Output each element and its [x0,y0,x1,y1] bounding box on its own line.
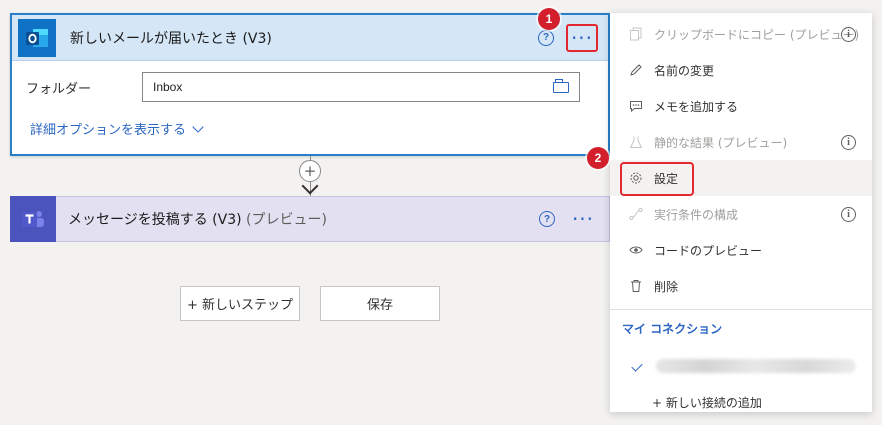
info-icon[interactable]: i [841,26,856,42]
chevron-down-icon [192,120,204,133]
trigger-card-header[interactable]: 新しいメールが届いたとき (V3) ? ··· [12,15,608,61]
flask-icon [628,134,644,150]
menu-item-label: 名前の変更 [654,63,715,78]
menu-item-add-note[interactable]: メモを追加する [610,88,872,124]
action-title: メッセージを投稿する (V3) (プレビュー) [68,209,539,229]
menu-item-label: クリップボードにコピー (プレビュー) [654,27,860,42]
trigger-title: 新しいメールが届いたとき (V3) [70,30,272,47]
action-title-main: メッセージを投稿する (V3) [68,212,242,228]
teams-icon [10,196,56,242]
trash-icon [628,278,644,294]
menu-item-static-result[interactable]: 静的な結果 (プレビュー) i [610,124,872,160]
note-icon [628,98,644,114]
menu-item-label: コードのプレビュー [654,243,763,258]
menu-item-rename[interactable]: 名前の変更 [610,52,872,88]
advanced-options-label: 詳細オプションを表示する [30,123,187,138]
folder-value: Inbox [153,80,183,94]
step-badge-2: 2 [587,147,609,169]
folder-picker-icon[interactable] [553,78,569,93]
menu-item-label: 削除 [654,279,679,294]
settings-highlight-box [620,162,694,196]
context-menu: クリップボードにコピー (プレビュー) i 名前の変更 メモを追加する 静的な結… [610,13,872,412]
action-title-suffix: (プレビュー) [246,212,327,228]
save-button[interactable]: 保存 [320,286,440,321]
trigger-card[interactable]: 新しいメールが届いたとき (V3) ? ··· フォルダー Inbox 詳細オプ… [10,13,610,156]
menu-item-label: メモを追加する [654,99,739,114]
menu-item-run-after[interactable]: 実行条件の構成 i [610,196,872,232]
action-card[interactable]: メッセージを投稿する (V3) (プレビュー) ? ··· [10,196,610,242]
folder-field[interactable]: Inbox [142,72,580,102]
copy-icon [628,26,644,42]
help-icon[interactable]: ? [539,211,555,227]
connection-account-redacted [656,359,856,373]
menu-item-label: 実行条件の構成 [654,207,739,222]
outlook-icon [18,18,56,57]
pencil-icon [628,62,644,78]
eye-icon [628,242,644,258]
new-step-button[interactable]: + 新しいステップ [180,286,300,321]
menu-item-delete[interactable]: 削除 [610,268,872,304]
run-after-icon [628,206,644,222]
more-options-button[interactable]: ··· [566,23,598,52]
menu-item-copy[interactable]: クリップボードにコピー (プレビュー) i [610,16,872,52]
connection-item[interactable] [610,348,872,384]
info-icon[interactable]: i [841,206,856,222]
menu-item-label: 静的な結果 (プレビュー) [654,135,788,150]
help-icon[interactable]: ? [538,29,554,46]
folder-label: フォルダー [26,81,92,97]
checkmark-icon [631,360,643,372]
info-icon[interactable]: i [841,134,856,150]
menu-item-peek-code[interactable]: コードのプレビュー [610,232,872,268]
step-badge-1: 1 [538,8,560,30]
my-connections-header: マイ コネクション [622,321,723,336]
add-connection-link[interactable]: + 新しい接続の追加 [610,384,872,420]
advanced-options-link[interactable]: 詳細オプションを表示する [12,119,608,138]
more-options-button[interactable]: ··· [567,205,599,233]
